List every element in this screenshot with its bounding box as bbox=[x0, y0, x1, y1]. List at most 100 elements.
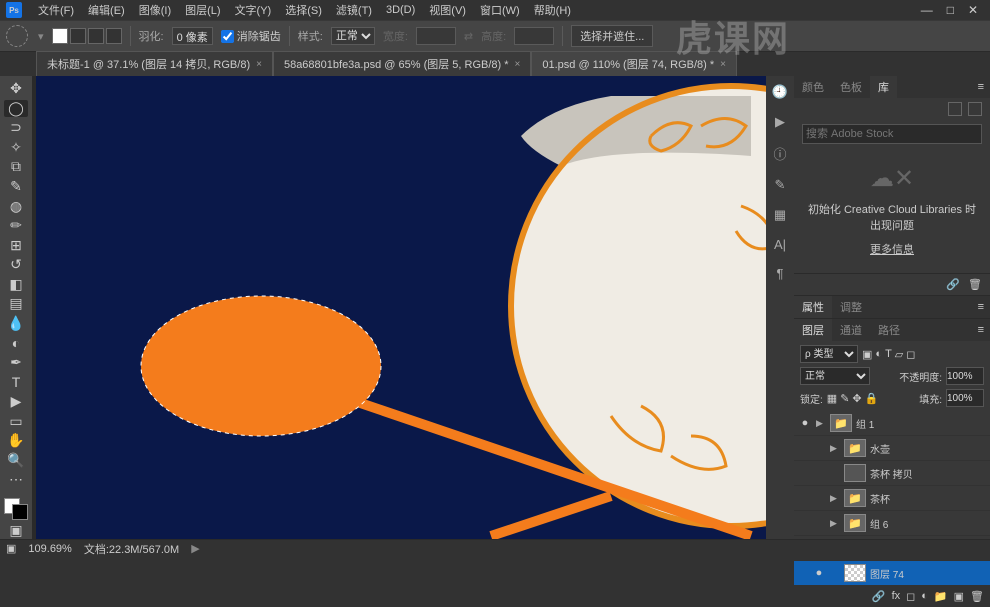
layer-filter-select[interactable]: ρ 类型 bbox=[800, 345, 858, 363]
brush-tool[interactable]: ✏ bbox=[4, 217, 28, 235]
panel-menu-icon[interactable]: ≡ bbox=[972, 81, 990, 93]
layer-row[interactable]: ▶📁水壶 bbox=[794, 436, 990, 461]
refine-edge-button[interactable]: 选择并遮住... bbox=[571, 25, 653, 47]
expand-icon[interactable]: ▶ bbox=[830, 493, 840, 504]
dodge-tool[interactable]: ◐ bbox=[4, 334, 28, 352]
brush-panel-icon[interactable]: ✎ bbox=[775, 177, 786, 193]
lock-all-icon[interactable]: 🔒 bbox=[865, 392, 879, 405]
filter-type-icon[interactable]: T bbox=[885, 348, 892, 361]
fx-icon[interactable]: fx bbox=[892, 590, 901, 603]
layer-row[interactable]: ●图层 74 bbox=[794, 561, 990, 586]
type-tool[interactable]: T bbox=[4, 373, 28, 391]
quickmask-toggle[interactable]: ▣ bbox=[4, 522, 28, 540]
close-icon[interactable]: × bbox=[256, 59, 262, 70]
history-panel-icon[interactable]: 🕘 bbox=[772, 84, 788, 100]
visibility-icon[interactable]: ● bbox=[812, 567, 826, 579]
panel-tab-properties[interactable]: 属性 bbox=[794, 296, 832, 318]
selection-mode-buttons[interactable] bbox=[52, 28, 122, 44]
list-view-icon[interactable] bbox=[968, 102, 982, 116]
menu-select[interactable]: 选择(S) bbox=[279, 0, 328, 20]
grid-view-icon[interactable] bbox=[948, 102, 962, 116]
close-icon[interactable]: × bbox=[515, 59, 521, 70]
doc-size[interactable]: 文档:22.3M/567.0M bbox=[84, 541, 179, 557]
filter-adjust-icon[interactable]: ◐ bbox=[875, 348, 882, 361]
menu-help[interactable]: 帮助(H) bbox=[528, 0, 577, 20]
panel-tab-channels[interactable]: 通道 bbox=[832, 319, 870, 341]
panel-menu-icon[interactable]: ≡ bbox=[972, 301, 990, 313]
layer-row[interactable]: ●▶📁组 1 bbox=[794, 411, 990, 436]
menu-filter[interactable]: 滤镜(T) bbox=[330, 0, 378, 20]
panel-tab-color[interactable]: 颜色 bbox=[794, 76, 832, 98]
shape-tool[interactable]: ▭ bbox=[4, 412, 28, 430]
link-icon[interactable]: 🔗 bbox=[946, 278, 960, 291]
blend-mode-select[interactable]: 正常 bbox=[800, 367, 870, 385]
antialias-checkbox[interactable] bbox=[221, 30, 234, 43]
adjustment-icon[interactable]: ◐ bbox=[921, 590, 928, 603]
marquee-tool-icon[interactable] bbox=[6, 25, 28, 47]
cclib-more-link[interactable]: 更多信息 bbox=[804, 241, 980, 257]
zoom-level[interactable]: 109.69% bbox=[28, 543, 71, 555]
delete-icon[interactable]: 🗑 bbox=[970, 590, 984, 603]
stamp-tool[interactable]: ⊞ bbox=[4, 236, 28, 254]
panel-tab-layers[interactable]: 图层 bbox=[794, 319, 832, 341]
mask-icon[interactable]: ◻ bbox=[906, 590, 915, 603]
menu-edit[interactable]: 编辑(E) bbox=[82, 0, 131, 20]
healing-tool[interactable]: ◍ bbox=[4, 197, 28, 215]
panel-tab-paths[interactable]: 路径 bbox=[870, 319, 908, 341]
gradient-tool[interactable]: ▤ bbox=[4, 295, 28, 313]
magic-wand-tool[interactable]: ✧ bbox=[4, 139, 28, 157]
doc-tab-3[interactable]: 01.psd @ 110% (图层 74, RGB/8) *× bbox=[531, 51, 737, 76]
new-layer-icon[interactable]: ▣ bbox=[954, 590, 964, 603]
visibility-icon[interactable]: ● bbox=[798, 417, 812, 429]
window-minimize-icon[interactable]: — bbox=[921, 3, 933, 17]
menu-3d[interactable]: 3D(D) bbox=[380, 2, 421, 18]
eraser-tool[interactable]: ◧ bbox=[4, 275, 28, 293]
move-tool[interactable]: ✥ bbox=[4, 80, 28, 98]
expand-icon[interactable]: ▶ bbox=[830, 443, 840, 454]
layer-row[interactable]: 茶杯 拷贝 bbox=[794, 461, 990, 486]
panel-tab-libraries[interactable]: 库 bbox=[870, 76, 897, 98]
window-close-icon[interactable]: ✕ bbox=[968, 3, 978, 17]
menu-window[interactable]: 窗口(W) bbox=[474, 0, 526, 20]
close-icon[interactable]: × bbox=[720, 59, 726, 70]
canvas-area[interactable] bbox=[32, 76, 766, 539]
panel-tab-adjustments[interactable]: 调整 bbox=[832, 296, 870, 318]
doc-tab-2[interactable]: 58a68801bfe3a.psd @ 65% (图层 5, RGB/8) *× bbox=[273, 51, 531, 76]
path-select-tool[interactable]: ▶ bbox=[4, 393, 28, 411]
link-layers-icon[interactable]: 🔗 bbox=[872, 590, 886, 603]
history-brush-tool[interactable]: ↺ bbox=[4, 256, 28, 274]
layer-row[interactable]: ▶📁组 6 bbox=[794, 511, 990, 536]
menu-image[interactable]: 图像(I) bbox=[133, 0, 177, 20]
filter-shape-icon[interactable]: ▱ bbox=[895, 348, 903, 361]
menu-layer[interactable]: 图层(L) bbox=[179, 0, 226, 20]
info-panel-icon[interactable]: ⓘ bbox=[773, 144, 786, 163]
lock-paint-icon[interactable]: ✎ bbox=[840, 392, 849, 405]
crop-tool[interactable]: ⧉ bbox=[4, 158, 28, 176]
eyedropper-tool[interactable]: ✎ bbox=[4, 178, 28, 196]
layer-row[interactable]: ▶📁茶杯 bbox=[794, 486, 990, 511]
menu-file[interactable]: 文件(F) bbox=[32, 0, 80, 20]
expand-icon[interactable]: ▶ bbox=[830, 518, 840, 529]
zoom-tool[interactable]: 🔍 bbox=[4, 451, 28, 469]
stock-search-input[interactable] bbox=[802, 124, 982, 144]
expand-icon[interactable]: ▶ bbox=[816, 418, 826, 429]
marquee-tool[interactable]: ◯ bbox=[4, 100, 28, 118]
filter-image-icon[interactable]: ▣ bbox=[862, 348, 872, 361]
hand-tool[interactable]: ✋ bbox=[4, 432, 28, 450]
char-panel-icon[interactable]: A| bbox=[774, 237, 786, 252]
trash-icon[interactable]: 🗑 bbox=[968, 278, 982, 291]
paragraph-panel-icon[interactable]: ¶ bbox=[777, 266, 784, 281]
edit-toolbar[interactable]: ⋯ bbox=[4, 471, 28, 489]
panel-menu-icon[interactable]: ≡ bbox=[972, 324, 990, 336]
style-select[interactable]: 正常 bbox=[331, 27, 375, 45]
fill-input[interactable] bbox=[946, 389, 984, 407]
color-swatches[interactable] bbox=[4, 498, 28, 519]
opacity-input[interactable] bbox=[946, 367, 984, 385]
panel-tab-swatches[interactable]: 色板 bbox=[832, 76, 870, 98]
doc-tab-1[interactable]: 未标题-1 @ 37.1% (图层 14 拷贝, RGB/8)× bbox=[36, 51, 273, 76]
window-maximize-icon[interactable]: □ bbox=[947, 3, 954, 17]
lasso-tool[interactable]: ⊃ bbox=[4, 119, 28, 137]
pen-tool[interactable]: ✒ bbox=[4, 354, 28, 372]
feather-input[interactable]: 0 像素 bbox=[172, 27, 213, 45]
group-icon[interactable]: 📁 bbox=[934, 590, 948, 603]
